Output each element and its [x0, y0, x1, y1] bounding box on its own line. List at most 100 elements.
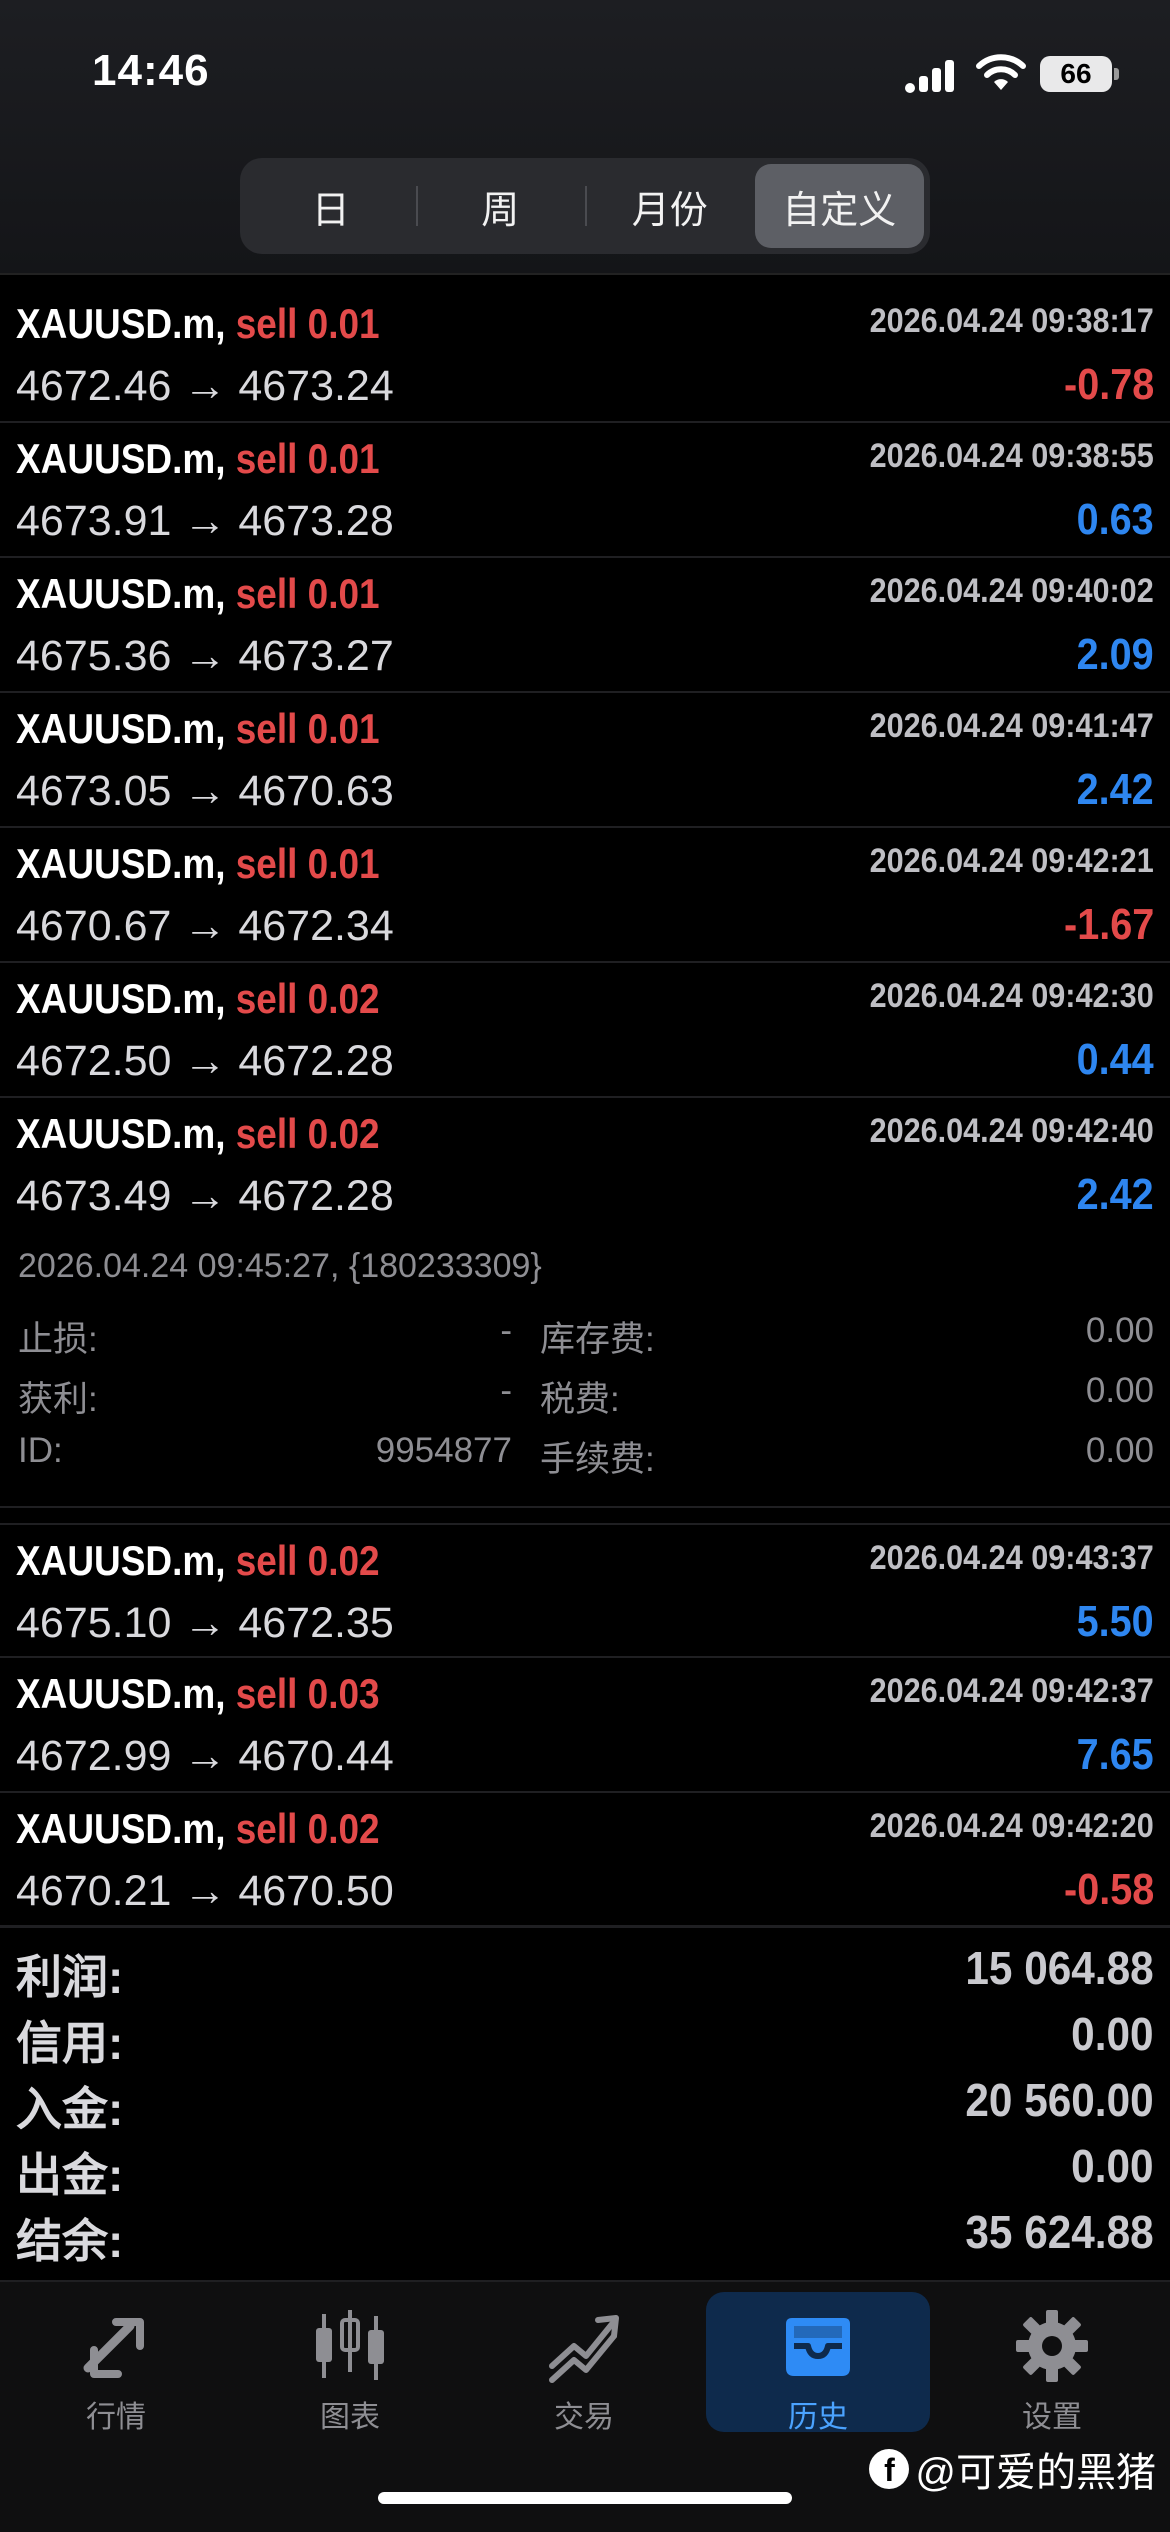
trade-type: sell: [235, 840, 298, 887]
trade-symbol-line: XAUUSD.m, sell 0.01: [16, 840, 380, 888]
cellular-signal-icon: [905, 60, 954, 93]
trade-datetime: 2026.04.24 09:42:20: [869, 1807, 1154, 1845]
trade-volume: 0.01: [307, 570, 380, 617]
trade-row[interactable]: XAUUSD.m, sell 0.01 2026.04.24 09:42:21 …: [0, 828, 1170, 963]
trade-profit: 0.44: [1076, 1035, 1154, 1084]
summary-deposit-row: 入金: 20 560.00: [0, 2073, 1170, 2139]
summary-profit-row: 利润: 15 064.88: [0, 1941, 1170, 2007]
tab-settings[interactable]: 设置: [940, 2292, 1164, 2434]
tab-history-label: 历史: [788, 2401, 848, 2434]
trade-row[interactable]: XAUUSD.m, sell 0.01 2026.04.24 09:38:17 …: [0, 288, 1170, 423]
take-profit-label: 获利:: [18, 1380, 98, 1419]
tab-trade-label: 交易: [554, 2401, 614, 2434]
trade-symbol-line: XAUUSD.m, sell 0.02: [16, 1805, 380, 1853]
trade-volume: 0.01: [307, 705, 380, 752]
profit-label: 利润:: [16, 1951, 124, 2003]
tab-week[interactable]: 周: [415, 164, 586, 248]
trade-type: sell: [235, 1805, 298, 1852]
status-time: 14:46: [92, 46, 210, 95]
trade-volume: 0.02: [307, 1537, 380, 1584]
trade-symbol-line: XAUUSD.m, sell 0.02: [16, 1537, 380, 1585]
watermark-text: @可爱的黑猪: [915, 2451, 1156, 2495]
trade-profit: -1.67: [1063, 900, 1154, 949]
trade-row[interactable]: XAUUSD.m, sell 0.02 2026.04.24 09:43:37 …: [0, 1523, 1170, 1658]
trade-prices: 4672.46 → 4673.24: [16, 362, 394, 410]
trade-datetime: 2026.04.24 09:43:37: [869, 1539, 1154, 1577]
stop-loss-value: -: [500, 1311, 512, 1350]
trade-symbol-line: XAUUSD.m, sell 0.02: [16, 1110, 380, 1158]
trade-symbol: XAUUSD.m,: [16, 570, 226, 617]
trade-row-expanded[interactable]: XAUUSD.m, sell 0.02 2026.04.24 09:42:40 …: [0, 1098, 1170, 1233]
candlestick-chart-icon: [316, 2310, 384, 2380]
tab-settings-label: 设置: [1022, 2401, 1082, 2434]
trade-type: sell: [235, 975, 298, 1022]
status-bar: 14:46 66: [0, 0, 1170, 140]
wifi-icon: [976, 54, 1026, 90]
trade-type: sell: [235, 1670, 298, 1717]
tab-custom[interactable]: 自定义: [754, 164, 924, 248]
trade-row[interactable]: XAUUSD.m, sell 0.01 2026.04.24 09:40:02 …: [0, 558, 1170, 693]
trade-symbol: XAUUSD.m,: [16, 1537, 226, 1584]
trade-volume: 0.02: [307, 975, 380, 1022]
trade-profit: -0.58: [1063, 1865, 1154, 1914]
trade-prices: 4672.50 → 4672.28: [16, 1037, 394, 1085]
trade-symbol-line: XAUUSD.m, sell 0.02: [16, 975, 380, 1023]
trade-datetime: 2026.04.24 09:42:30: [869, 977, 1154, 1015]
withdrawal-label: 出金:: [16, 2149, 124, 2201]
tab-charts[interactable]: 图表: [238, 2292, 462, 2434]
take-profit-value: -: [500, 1371, 512, 1410]
trade-symbol-line: XAUUSD.m, sell 0.01: [16, 300, 380, 348]
trade-datetime: 2026.04.24 09:42:40: [869, 1112, 1154, 1150]
tab-trade[interactable]: 交易: [472, 2292, 696, 2434]
trade-prices: 4672.99 → 4670.44: [16, 1732, 394, 1780]
trade-symbol: XAUUSD.m,: [16, 975, 226, 1022]
trade-row[interactable]: XAUUSD.m, sell 0.02 2026.04.24 09:42:20 …: [0, 1793, 1170, 1928]
trade-history-list: XAUUSD.m, sell 0.01 2026.04.24 09:38:17 …: [0, 288, 1170, 1928]
trade-row[interactable]: XAUUSD.m, sell 0.02 2026.04.24 09:42:30 …: [0, 963, 1170, 1098]
account-summary: 利润: 15 064.88 信用: 0.00 入金: 20 560.00 出金:…: [0, 1925, 1170, 2285]
trade-profit: 5.50: [1076, 1597, 1154, 1646]
trade-row[interactable]: XAUUSD.m, sell 0.03 2026.04.24 09:42:37 …: [0, 1658, 1170, 1793]
trade-datetime: 2026.04.24 09:42:37: [869, 1672, 1154, 1710]
summary-withdrawal-row: 出金: 0.00: [0, 2139, 1170, 2205]
deposit-label: 入金:: [16, 2083, 124, 2135]
tax-value: 0.00: [1085, 1371, 1154, 1410]
trade-symbol: XAUUSD.m,: [16, 435, 226, 482]
gear-icon: [1016, 2310, 1088, 2382]
trade-volume: 0.02: [307, 1110, 380, 1157]
trade-volume: 0.03: [307, 1670, 380, 1717]
tab-quotes-label: 行情: [86, 2401, 146, 2434]
tab-quotes[interactable]: 行情: [4, 2292, 228, 2434]
balance-value: 35 624.88: [965, 2206, 1154, 2258]
trade-prices: 4673.05 → 4670.63: [16, 767, 394, 815]
trade-symbol: XAUUSD.m,: [16, 840, 226, 887]
trade-prices: 4670.67 → 4672.34: [16, 902, 394, 950]
tax-label: 税费:: [540, 1380, 620, 1419]
trade-symbol: XAUUSD.m,: [16, 1805, 226, 1852]
tab-day[interactable]: 日: [246, 164, 416, 248]
commission-value: 0.00: [1085, 1431, 1154, 1470]
trade-row[interactable]: XAUUSD.m, sell 0.01 2026.04.24 09:38:55 …: [0, 423, 1170, 558]
tab-history[interactable]: 历史: [706, 2292, 930, 2434]
swap-label: 库存费:: [540, 1320, 655, 1359]
trade-type: sell: [235, 570, 298, 617]
trade-symbol: XAUUSD.m,: [16, 1110, 226, 1157]
balance-label: 结余:: [16, 2215, 124, 2267]
withdrawal-value: 0.00: [1071, 2140, 1154, 2192]
swap-value: 0.00: [1085, 1311, 1154, 1350]
id-label: ID:: [18, 1431, 63, 1470]
trade-prices: 4673.91 → 4673.28: [16, 497, 394, 545]
trade-volume: 0.02: [307, 1805, 380, 1852]
trade-datetime: 2026.04.24 09:40:02: [869, 572, 1154, 610]
summary-balance-row: 结余: 35 624.88: [0, 2205, 1170, 2271]
trade-row[interactable]: XAUUSD.m, sell 0.01 2026.04.24 09:41:47 …: [0, 693, 1170, 828]
trade-symbol-line: XAUUSD.m, sell 0.01: [16, 570, 380, 618]
tab-month[interactable]: 月份: [585, 164, 755, 248]
inbox-tray-icon: [786, 2318, 850, 2376]
trade-datetime: 2026.04.24 09:42:21: [869, 842, 1154, 880]
deposit-value: 20 560.00: [965, 2074, 1154, 2126]
trade-type: sell: [235, 435, 298, 482]
trade-prices: 4675.36 → 4673.27: [16, 632, 394, 680]
trade-profit: 0.63: [1076, 495, 1154, 544]
trade-prices: 4670.21 → 4670.50: [16, 1867, 394, 1915]
